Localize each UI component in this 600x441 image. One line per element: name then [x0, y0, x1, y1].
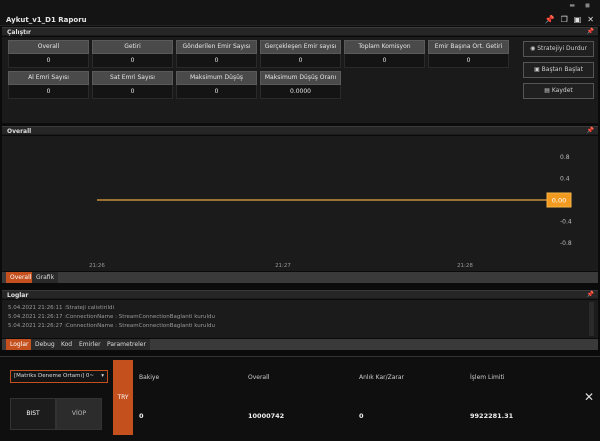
- y-tick-label: 0.8: [560, 154, 570, 161]
- stat-value: 0: [8, 85, 89, 99]
- pin-top-icon[interactable]: ◼: [585, 2, 590, 9]
- stat-value: 0: [428, 54, 509, 68]
- y-tick-label: -0.8: [560, 240, 572, 247]
- minimize-icon[interactable]: ▬: [569, 2, 575, 9]
- stop-strategy-label: Stratejiyi Durdur: [537, 45, 587, 52]
- maximize-icon[interactable]: ▣: [574, 15, 582, 24]
- tab-kod[interactable]: Kod: [57, 339, 77, 350]
- stat-al-emri: Al Emri Sayısı 0: [8, 71, 89, 99]
- islem-limiti-value: 9922281.31: [470, 412, 514, 420]
- y-tick-label: 0.4: [560, 175, 570, 182]
- window-controls: 📌 ❐ ▣ ✕: [545, 15, 594, 24]
- current-value-label: 0,00: [552, 197, 566, 205]
- bakiye-label: Bakiye: [139, 374, 160, 381]
- log-tab-bar: Loglar Debug Kod Emirler Parametreler: [2, 339, 598, 350]
- stat-value: 0: [176, 54, 257, 68]
- overall-value: 10000742: [248, 412, 285, 420]
- stat-gonderilen-emir: Gönderilen Emir Sayısı 0: [176, 40, 257, 68]
- chart-tab-bar: Overall Grafik: [2, 272, 598, 283]
- stat-label: Maksimum Düşüş: [176, 71, 257, 85]
- y-tick-label: -0.4: [560, 219, 572, 226]
- stat-label: Toplam Komisyon: [344, 40, 425, 54]
- top-edge-icons: ▬ ◼: [569, 2, 590, 9]
- stat-value: 0: [92, 54, 173, 68]
- overall-chart: 0.8 0.4 -0.4 -0.8 21:26 21:27 21:28 0,00: [2, 136, 598, 271]
- currency-badge: TRY: [113, 360, 133, 435]
- x-tick-label: 21:27: [275, 263, 291, 269]
- window-titlebar: ▬ ◼ Aykut_v1_D1 Raporu 📌 ❐ ▣ ✕: [0, 0, 600, 26]
- stat-value: 0.0000: [260, 85, 341, 99]
- stat-value: 0: [8, 54, 89, 68]
- stat-value: 0: [92, 85, 173, 99]
- float-window-icon[interactable]: ❐: [561, 15, 568, 24]
- stats-panel: Overall 0 Getiri 0 Gönderilen Emir Sayıs…: [2, 37, 598, 123]
- log-list: 5.04.2021 21:26:11 :Strateji calistirild…: [2, 300, 598, 338]
- section-header-loglar: Loglar 📌: [2, 290, 598, 299]
- market-bist-button[interactable]: BIST: [10, 398, 56, 430]
- stop-strategy-button[interactable]: ◉ Stratejiyi Durdur: [523, 41, 594, 57]
- section-title: Loglar: [7, 292, 29, 299]
- stat-emir-basina-getiri: Emir Başına Ort. Getiri 0: [428, 40, 509, 68]
- save-button[interactable]: ▤ Kaydet: [523, 83, 594, 99]
- stat-value: 0: [344, 54, 425, 68]
- stat-label: Overall: [8, 40, 89, 54]
- pin-icon[interactable]: 📌: [545, 15, 555, 24]
- tab-grafik[interactable]: Grafik: [32, 272, 59, 283]
- overall-label: Overall: [248, 374, 270, 381]
- pin-icon[interactable]: 📌: [587, 127, 594, 134]
- stat-label: Sat Emri Sayısı: [92, 71, 173, 85]
- tab-emirler[interactable]: Emirler: [75, 339, 105, 350]
- stat-label: Getiri: [92, 40, 173, 54]
- close-icon[interactable]: ✕: [584, 390, 594, 404]
- bakiye-value: 0: [139, 412, 144, 420]
- pin-icon[interactable]: 📌: [587, 291, 594, 298]
- section-header-calistir: Çalıştır 📌: [2, 27, 598, 36]
- chevron-down-icon: ▾: [101, 373, 104, 379]
- stat-value: 0: [260, 54, 341, 68]
- chart-svg: 0.8 0.4 -0.4 -0.8 21:26 21:27 21:28 0,00: [89, 154, 572, 269]
- section-title: Overall: [7, 128, 32, 135]
- save-icon: ▤: [544, 87, 550, 94]
- anlik-kar-zarar-value: 0: [359, 412, 364, 420]
- stat-label: Gönderilen Emir Sayısı: [176, 40, 257, 54]
- section-title: Çalıştır: [7, 29, 32, 36]
- restart-icon: ▣: [534, 66, 540, 73]
- restart-label: Baştan Başlat: [541, 66, 583, 73]
- close-window-icon[interactable]: ✕: [587, 15, 594, 24]
- stat-label: Al Emri Sayısı: [8, 71, 89, 85]
- market-viop-button[interactable]: VİOP: [56, 398, 102, 430]
- window-title: Aykut_v1_D1 Raporu: [6, 16, 87, 24]
- account-select[interactable]: [Matriks Deneme Ortamı] 0~ ▾: [10, 370, 108, 383]
- stat-overall: Overall 0: [8, 40, 89, 68]
- islem-limiti-label: İşlem Limiti: [470, 374, 505, 381]
- stat-label: Maksimum Düşüş Oranı: [260, 71, 341, 85]
- account-select-value: [Matriks Deneme Ortamı] 0~: [14, 373, 94, 379]
- section-header-overall: Overall 📌: [2, 126, 598, 135]
- stat-maksimum-dusus-orani: Maksimum Düşüş Oranı 0.0000: [260, 71, 341, 99]
- stat-value: 0: [176, 85, 257, 99]
- stat-label: Emir Başına Ort. Getiri: [428, 40, 509, 54]
- log-line: 5.04.2021 21:26:11 :Strateji calistirild…: [8, 305, 115, 311]
- stat-label: Gerçekleşen Emir sayısı: [260, 40, 341, 54]
- stat-getiri: Getiri 0: [92, 40, 173, 68]
- stat-gerceklesen-emir: Gerçekleşen Emir sayısı 0: [260, 40, 341, 68]
- pin-icon[interactable]: 📌: [587, 28, 594, 35]
- x-tick-label: 21:26: [89, 263, 105, 269]
- stat-maksimum-dusus: Maksimum Düşüş 0: [176, 71, 257, 99]
- anlik-kar-zarar-label: Anlık Kar/Zarar: [359, 374, 405, 381]
- log-scrollbar[interactable]: [589, 302, 594, 336]
- tab-parametreler[interactable]: Parametreler: [103, 339, 150, 350]
- log-line: 5.04.2021 21:26:27 :ConnectionName : Str…: [8, 323, 215, 329]
- stat-sat-emri: Sat Emri Sayısı 0: [92, 71, 173, 99]
- tab-debug[interactable]: Debug: [31, 339, 59, 350]
- tab-loglar[interactable]: Loglar: [6, 339, 33, 350]
- x-tick-label: 21:28: [457, 263, 473, 269]
- restart-button[interactable]: ▣ Baştan Başlat: [523, 62, 594, 78]
- stop-icon: ◉: [530, 45, 536, 52]
- log-line: 5.04.2021 21:26:17 :ConnectionName : Str…: [8, 314, 215, 320]
- save-label: Kaydet: [551, 87, 573, 94]
- stat-toplam-komisyon: Toplam Komisyon 0: [344, 40, 425, 68]
